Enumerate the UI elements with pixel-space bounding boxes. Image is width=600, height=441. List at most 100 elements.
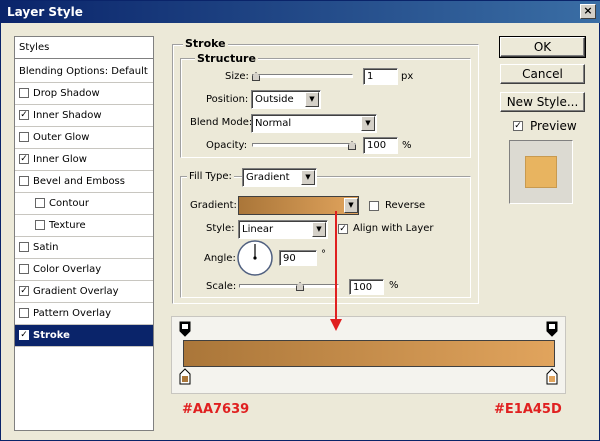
position-value: Outside bbox=[255, 94, 294, 105]
position-label: Position: bbox=[206, 94, 249, 105]
preview-checkbox[interactable]: ✓ bbox=[513, 119, 527, 132]
color-stop-left-icon[interactable] bbox=[179, 368, 191, 385]
blend-mode-label: Blend Mode: bbox=[190, 117, 253, 128]
blend-mode-select[interactable]: Normal ▼ bbox=[251, 114, 377, 133]
fill-type-label: Fill Type: bbox=[187, 171, 234, 182]
style-item-inner-shadow[interactable]: ✓ Inner Shadow bbox=[15, 105, 153, 127]
style-item-pattern-overlay[interactable]: Pattern Overlay bbox=[15, 303, 153, 325]
style-item-checkbox[interactable] bbox=[19, 176, 29, 186]
style-item-label: Inner Glow bbox=[33, 154, 87, 165]
style-item-label: Drop Shadow bbox=[33, 88, 100, 99]
size-slider-track[interactable] bbox=[252, 74, 353, 78]
styles-list: Styles Blending Options: Default Drop Shad… bbox=[14, 36, 154, 431]
style-item-outer-glow[interactable]: Outer Glow bbox=[15, 127, 153, 149]
style-item-label: Styles bbox=[19, 42, 50, 53]
style-item-checkbox[interactable] bbox=[19, 242, 29, 252]
new-style-button[interactable]: New Style... bbox=[500, 92, 585, 112]
style-item-label: Stroke bbox=[33, 330, 70, 341]
style-item-stroke[interactable]: ✓ Stroke bbox=[15, 325, 153, 347]
layer-style-dialog: Layer Style × Styles Blending Options: De… bbox=[0, 0, 600, 441]
style-item-drop-shadow[interactable]: Drop Shadow bbox=[15, 83, 153, 105]
style-item-checkbox[interactable] bbox=[19, 132, 29, 142]
style-item-contour[interactable]: Contour bbox=[15, 193, 153, 215]
align-with-layer-label: Align with Layer bbox=[353, 223, 434, 234]
size-unit: px bbox=[401, 71, 414, 82]
scale-label: Scale: bbox=[206, 281, 237, 292]
style-item-label: Pattern Overlay bbox=[33, 308, 112, 319]
opacity-label: Opacity: bbox=[206, 140, 248, 151]
style-item-checkbox[interactable] bbox=[35, 220, 45, 230]
style-item-inner-glow[interactable]: ✓ Inner Glow bbox=[15, 149, 153, 171]
style-item-checkbox[interactable]: ✓ bbox=[19, 110, 29, 120]
gradient-label: Gradient: bbox=[190, 200, 237, 211]
chevron-down-icon[interactable]: ▼ bbox=[301, 170, 315, 185]
style-item-label: Texture bbox=[49, 220, 86, 231]
style-item-label: Inner Shadow bbox=[33, 110, 102, 121]
window-title: Layer Style bbox=[7, 5, 83, 19]
style-item-label: Satin bbox=[33, 242, 59, 253]
preview-frame bbox=[509, 140, 573, 204]
style-value: Linear bbox=[242, 224, 274, 235]
chevron-down-icon[interactable]: ▼ bbox=[361, 116, 375, 131]
style-item-blending-options-default[interactable]: Blending Options: Default bbox=[15, 61, 153, 83]
style-item-checkbox[interactable]: ✓ bbox=[19, 154, 29, 164]
chevron-down-icon[interactable]: ▼ bbox=[305, 92, 319, 107]
fill-type-value: Gradient bbox=[246, 172, 290, 183]
reverse-label: Reverse bbox=[385, 200, 426, 211]
style-item-label: Blending Options: Default bbox=[19, 66, 148, 77]
style-item-label: Outer Glow bbox=[33, 132, 90, 143]
scale-unit: % bbox=[389, 280, 399, 291]
structure-title: Structure bbox=[195, 52, 258, 65]
style-item-checkbox[interactable]: ✓ bbox=[19, 330, 29, 340]
style-item-label: Contour bbox=[49, 198, 89, 209]
fill-type-select[interactable]: Gradient ▼ bbox=[242, 168, 317, 187]
size-label: Size: bbox=[225, 71, 249, 82]
ok-button[interactable]: OK bbox=[499, 36, 586, 58]
size-input[interactable]: 1 bbox=[363, 68, 398, 85]
style-item-color-overlay[interactable]: Color Overlay bbox=[15, 259, 153, 281]
blend-mode-value: Normal bbox=[255, 118, 292, 129]
style-item-satin[interactable]: Satin bbox=[15, 237, 153, 259]
style-item-texture[interactable]: Texture bbox=[15, 215, 153, 237]
style-item-checkbox[interactable]: ✓ bbox=[19, 286, 29, 296]
style-item-label: Color Overlay bbox=[33, 264, 102, 275]
style-item-checkbox[interactable] bbox=[19, 264, 29, 274]
style-label: Style: bbox=[206, 223, 235, 234]
style-select[interactable]: Linear ▼ bbox=[238, 220, 328, 239]
style-item-checkbox[interactable] bbox=[19, 88, 29, 98]
angle-input[interactable]: 90 bbox=[279, 250, 317, 266]
scale-input[interactable]: 100 bbox=[349, 279, 384, 295]
scale-slider-track[interactable] bbox=[239, 284, 339, 288]
style-item-label: Gradient Overlay bbox=[33, 286, 119, 297]
opacity-stop-right-icon[interactable] bbox=[546, 321, 558, 337]
preview-checkbox-box[interactable]: ✓ bbox=[513, 121, 523, 131]
preview-swatch bbox=[525, 156, 557, 188]
annotation-left-color: #AA7639 bbox=[182, 402, 250, 417]
cancel-button[interactable]: Cancel bbox=[500, 64, 585, 84]
preview-label: Preview bbox=[530, 119, 577, 133]
opacity-unit: % bbox=[402, 140, 412, 151]
style-item-checkbox[interactable] bbox=[19, 308, 29, 318]
title-bar: Layer Style × bbox=[1, 1, 600, 23]
angle-label: Angle: bbox=[204, 253, 236, 264]
style-item-label: Bevel and Emboss bbox=[33, 176, 125, 187]
style-item-gradient-overlay[interactable]: ✓ Gradient Overlay bbox=[15, 281, 153, 303]
reverse-checkbox[interactable] bbox=[369, 199, 383, 212]
style-item-bevel-and-emboss[interactable]: Bevel and Emboss bbox=[15, 171, 153, 193]
opacity-input[interactable]: 100 bbox=[363, 137, 398, 154]
gradient-bar bbox=[183, 340, 555, 367]
reverse-checkbox-box[interactable] bbox=[369, 201, 379, 211]
style-item-styles[interactable]: Styles bbox=[15, 37, 153, 59]
style-item-checkbox[interactable] bbox=[35, 198, 45, 208]
annotation-arrow bbox=[330, 211, 342, 331]
color-stop-right-icon[interactable] bbox=[546, 368, 558, 385]
chevron-down-icon[interactable]: ▼ bbox=[344, 198, 358, 213]
opacity-stop-left-icon[interactable] bbox=[179, 321, 191, 337]
stroke-section-title: Stroke bbox=[183, 37, 228, 50]
chevron-down-icon[interactable]: ▼ bbox=[312, 222, 326, 237]
opacity-slider-track[interactable] bbox=[252, 143, 356, 147]
position-select[interactable]: Outside ▼ bbox=[251, 90, 321, 109]
angle-dial-icon[interactable] bbox=[236, 239, 274, 277]
annotation-right-color: #E1A45D bbox=[494, 402, 562, 417]
close-button[interactable]: × bbox=[580, 4, 596, 19]
